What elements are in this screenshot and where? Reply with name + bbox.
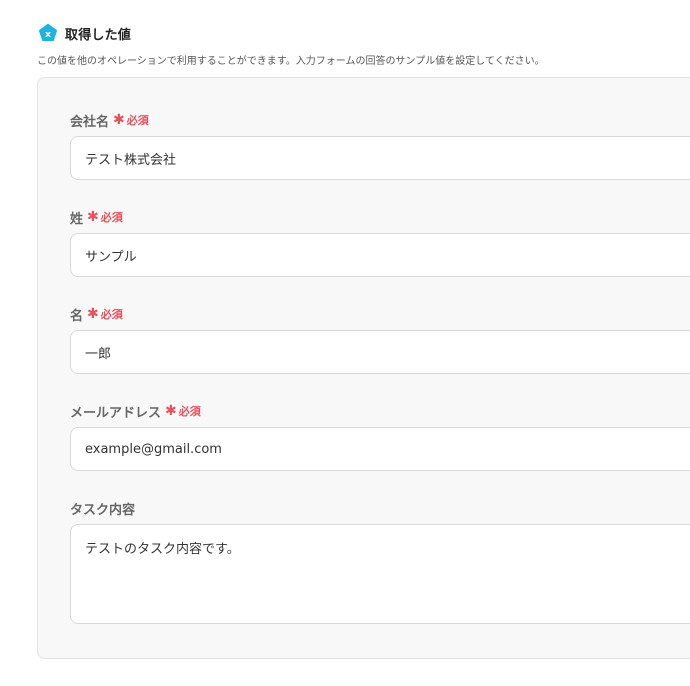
email-input[interactable]: example@gmail.com bbox=[70, 427, 690, 471]
required-badge: 必須 bbox=[100, 308, 123, 321]
field-label: 姓 ✱ 必須 bbox=[70, 208, 690, 227]
field-task-content: タスク内容 テストのタスク内容です。 bbox=[70, 499, 690, 624]
field-label: 会社名 ✱ 必須 bbox=[70, 111, 690, 130]
field-label-text: タスク内容 bbox=[70, 502, 136, 518]
company-name-input[interactable]: テスト株式会社 bbox=[70, 136, 690, 180]
section-title: 取得した値 bbox=[65, 27, 132, 43]
field-company-name: 会社名 ✱ 必須 テスト株式会社 bbox=[70, 111, 690, 180]
required-badge: 必須 bbox=[178, 405, 201, 418]
field-label-text: 会社名 bbox=[70, 114, 110, 130]
field-label-text: メールアドレス bbox=[70, 405, 162, 421]
variable-x-icon: x bbox=[38, 23, 58, 43]
first-name-input[interactable]: 一郎 bbox=[70, 330, 690, 374]
field-label-text: 名 bbox=[70, 308, 84, 324]
field-label: メールアドレス ✱ 必須 bbox=[70, 402, 690, 421]
last-name-input[interactable]: サンプル bbox=[70, 233, 690, 277]
required-asterisk-icon: ✱ bbox=[87, 306, 99, 322]
form-values-panel: 会社名 ✱ 必須 テスト株式会社 姓 ✱ 必須 サンプル 名 ✱ 必須 一郎 メ… bbox=[37, 77, 690, 659]
field-label-text: 姓 bbox=[70, 211, 84, 227]
required-badge: 必須 bbox=[100, 211, 123, 224]
field-email: メールアドレス ✱ 必須 example@gmail.com bbox=[70, 402, 690, 471]
required-asterisk-icon: ✱ bbox=[113, 112, 125, 128]
required-asterisk-icon: ✱ bbox=[87, 209, 99, 225]
section-description: この値を他のオペレーションで利用することができます。入力フォームの回答のサンプル… bbox=[37, 56, 545, 67]
field-last-name: 姓 ✱ 必須 サンプル bbox=[70, 208, 690, 277]
field-label: タスク内容 bbox=[70, 499, 690, 518]
required-badge: 必須 bbox=[126, 114, 149, 127]
task-content-textarea[interactable]: テストのタスク内容です。 bbox=[70, 524, 690, 624]
section-header: x 取得した値 bbox=[38, 22, 131, 44]
field-label: 名 ✱ 必須 bbox=[70, 305, 690, 324]
required-asterisk-icon: ✱ bbox=[165, 403, 177, 419]
field-first-name: 名 ✱ 必須 一郎 bbox=[70, 305, 690, 374]
svg-text:x: x bbox=[45, 30, 51, 40]
